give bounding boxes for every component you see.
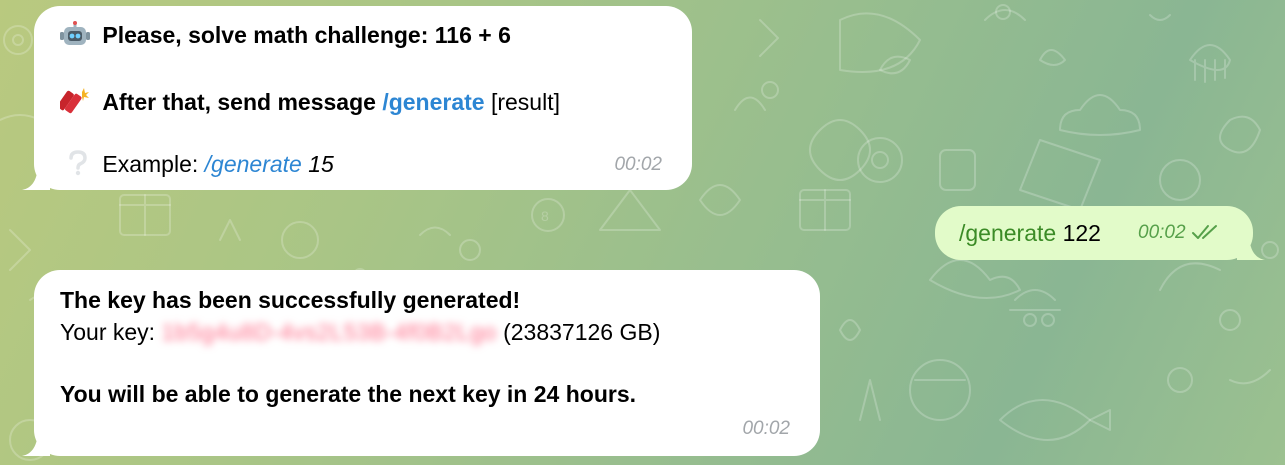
message-time: 00:02 [614,154,662,175]
outgoing-message-answer[interactable]: /generate 122 00:02 [935,206,1265,260]
key-size: (23837126 GB) [503,319,661,345]
redacted-key-value[interactable]: 1b5g4u8D-4vs2L53B-4f0B2Lgo [161,318,496,346]
instruction-suffix: [result] [490,89,560,116]
message-time: 00:02 [742,418,790,439]
message-time: 00:02 [1138,222,1221,244]
key-line: Your key: 1b5g4u8D-4vs2L53B-4f0B2Lgo (23… [60,318,660,346]
cooldown-note: You will be able to generate the next ke… [60,381,636,407]
generate-command-link[interactable]: /generate [959,220,1056,246]
key-label: Your key: [60,319,156,345]
challenge-line: Please, solve math challenge: 116 + 6 [60,21,511,53]
example-label: Example: [102,151,199,178]
bubble-tail-icon [1237,232,1265,260]
svg-text:8: 8 [541,208,549,224]
example-value: 15 [308,151,334,178]
white-question-mark-icon [60,150,90,182]
incoming-message-challenge[interactable]: Please, solve math challenge: 116 + 6 Af… [22,6,692,190]
bubble-tail-icon [22,428,50,456]
example-command-link[interactable]: /generate [205,151,302,177]
generate-command-link[interactable]: /generate [382,89,484,115]
incoming-message-key-result[interactable]: The key has been successfully generated!… [22,270,820,456]
instruction-line: After that, send message /generate [resu… [57,86,560,122]
bubble-tail-icon [22,162,50,190]
key-headline: The key has been successfully generated! [60,287,521,313]
challenge-text: Please, solve math challenge: 116 + 6 [102,22,511,49]
read-double-check-icon [1191,225,1217,239]
robot-icon [60,21,90,53]
firecracker-icon [57,86,90,122]
answer-value: 122 [1062,220,1101,246]
example-line: Example: /generate 15 [60,150,334,182]
instruction-prefix: After that, send message [102,89,376,116]
answer-line: /generate 122 [959,219,1101,247]
